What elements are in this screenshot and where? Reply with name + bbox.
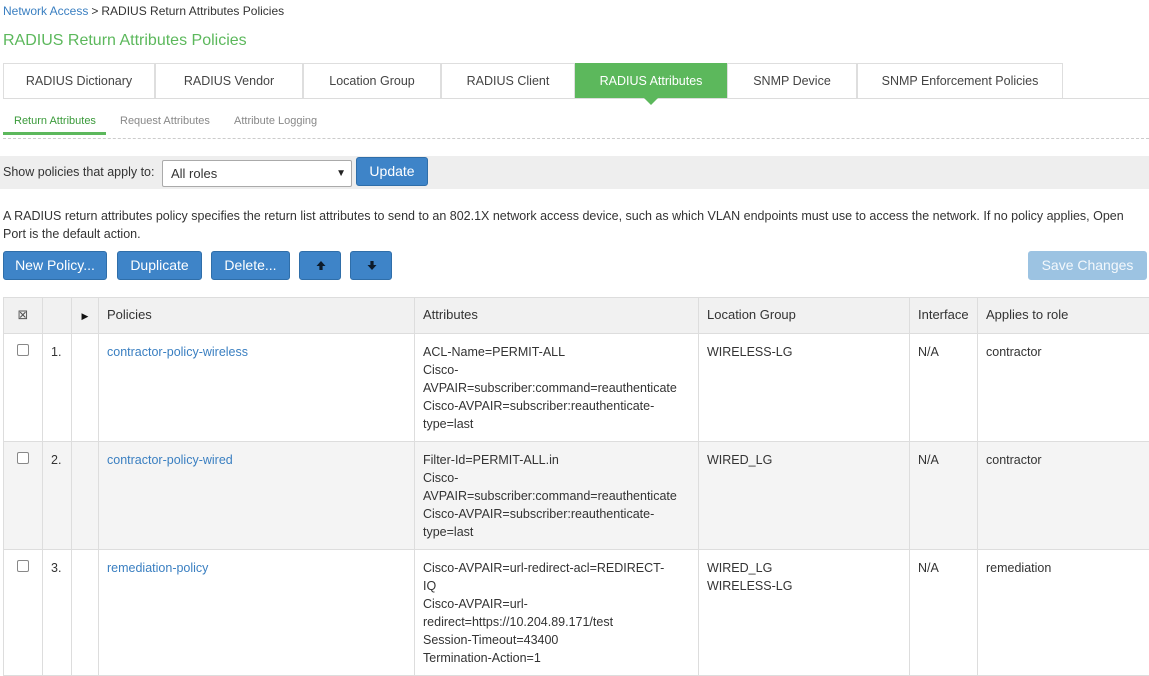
role-cell: contractor bbox=[978, 442, 1149, 550]
row-index: 2. bbox=[43, 442, 72, 550]
interface-cell: N/A bbox=[910, 550, 978, 676]
attribute-line: Cisco- bbox=[423, 469, 690, 487]
policy-name-cell: contractor-policy-wired bbox=[99, 442, 415, 550]
row-checkbox[interactable] bbox=[17, 452, 29, 464]
role-cell: contractor bbox=[978, 334, 1149, 442]
move-down-button[interactable] bbox=[350, 251, 392, 280]
breadcrumb-separator: > bbox=[91, 4, 98, 18]
column-header-policies[interactable]: Policies bbox=[99, 298, 415, 334]
column-header-location-group[interactable]: Location Group bbox=[699, 298, 910, 334]
policy-link[interactable]: contractor-policy-wired bbox=[107, 453, 233, 467]
tab-radius-dictionary[interactable]: RADIUS Dictionary bbox=[3, 63, 155, 98]
filter-bar: Show policies that apply to: All roles ▼… bbox=[0, 156, 1149, 189]
row-checkbox-cell bbox=[4, 334, 43, 442]
arrow-up-icon bbox=[300, 252, 342, 279]
location-group-cell: WIRED_LG bbox=[699, 442, 910, 550]
sub-tabs: Return Attributes Request Attributes Att… bbox=[3, 110, 1149, 139]
attribute-line: Cisco-AVPAIR=url-redirect-acl=REDIRECT- bbox=[423, 559, 690, 577]
attribute-line: type=last bbox=[423, 523, 690, 541]
location-group-cell: WIRED_LG WIRELESS-LG bbox=[699, 550, 910, 676]
index-column-header bbox=[43, 298, 72, 334]
location-group-value: WIRELESS-LG bbox=[707, 343, 901, 361]
tab-radius-vendor[interactable]: RADIUS Vendor bbox=[155, 63, 303, 98]
attribute-line: AVPAIR=subscriber:command=reauthenticate bbox=[423, 379, 690, 397]
attribute-line: Cisco- bbox=[423, 361, 690, 379]
policies-table: ⊠ ▶ Policies Attributes Location Group I… bbox=[3, 297, 1149, 676]
row-expand-cell bbox=[72, 550, 99, 676]
duplicate-button[interactable]: Duplicate bbox=[117, 251, 202, 280]
row-expand-cell bbox=[72, 334, 99, 442]
column-header-attributes[interactable]: Attributes bbox=[415, 298, 699, 334]
table-header-row: ⊠ ▶ Policies Attributes Location Group I… bbox=[4, 298, 1149, 334]
filter-label: Show policies that apply to: bbox=[3, 165, 154, 179]
policy-name-cell: contractor-policy-wireless bbox=[99, 334, 415, 442]
tab-radius-attributes[interactable]: RADIUS Attributes bbox=[575, 63, 727, 98]
interface-cell: N/A bbox=[910, 334, 978, 442]
attribute-line: IQ bbox=[423, 577, 690, 595]
tab-snmp-enforcement-policies[interactable]: SNMP Enforcement Policies bbox=[857, 63, 1063, 98]
breadcrumb-link-network-access[interactable]: Network Access bbox=[3, 4, 88, 18]
attributes-cell: Cisco-AVPAIR=url-redirect-acl=REDIRECT- … bbox=[415, 550, 699, 676]
location-group-value: WIRELESS-LG bbox=[707, 577, 901, 595]
location-group-cell: WIRELESS-LG bbox=[699, 334, 910, 442]
table-row: 3. remediation-policy Cisco-AVPAIR=url-r… bbox=[4, 550, 1149, 676]
location-group-value: WIRED_LG bbox=[707, 451, 901, 469]
row-checkbox[interactable] bbox=[17, 560, 29, 572]
select-all-checkbox[interactable]: ⊠ bbox=[4, 298, 43, 334]
subtab-request-attributes[interactable]: Request Attributes bbox=[120, 115, 210, 133]
role-filter-select[interactable]: All roles ▼ bbox=[162, 160, 352, 187]
column-header-applies-to-role[interactable]: Applies to role bbox=[978, 298, 1149, 334]
main-tabs: RADIUS Dictionary RADIUS Vendor Location… bbox=[3, 63, 1149, 99]
page-title: RADIUS Return Attributes Policies bbox=[3, 32, 247, 50]
update-button[interactable]: Update bbox=[356, 157, 428, 186]
tab-location-group[interactable]: Location Group bbox=[303, 63, 441, 98]
row-index: 1. bbox=[43, 334, 72, 442]
attribute-line: Session-Timeout=43400 bbox=[423, 631, 690, 649]
location-group-value: WIRED_LG bbox=[707, 559, 901, 577]
attributes-cell: ACL-Name=PERMIT-ALL Cisco- AVPAIR=subscr… bbox=[415, 334, 699, 442]
new-policy-button[interactable]: New Policy... bbox=[3, 251, 107, 280]
attribute-line: redirect=https://10.204.89.171/test bbox=[423, 613, 690, 631]
expand-column-header[interactable]: ▶ bbox=[72, 298, 99, 334]
breadcrumb-current: RADIUS Return Attributes Policies bbox=[101, 4, 284, 18]
role-cell: remediation bbox=[978, 550, 1149, 676]
expand-all-icon: ▶ bbox=[82, 311, 89, 321]
interface-cell: N/A bbox=[910, 442, 978, 550]
table-row: 1. contractor-policy-wireless ACL-Name=P… bbox=[4, 334, 1149, 442]
attribute-line: ACL-Name=PERMIT-ALL bbox=[423, 343, 690, 361]
table-row: 2. contractor-policy-wired Filter-Id=PER… bbox=[4, 442, 1149, 550]
row-checkbox-cell bbox=[4, 442, 43, 550]
row-index: 3. bbox=[43, 550, 72, 676]
policy-description: A RADIUS return attributes policy specif… bbox=[3, 207, 1147, 243]
arrow-down-icon bbox=[351, 252, 393, 279]
attributes-cell: Filter-Id=PERMIT-ALL.in Cisco- AVPAIR=su… bbox=[415, 442, 699, 550]
attribute-line: Termination-Action=1 bbox=[423, 649, 690, 667]
select-all-icon: ⊠ bbox=[18, 307, 29, 322]
attribute-line: Filter-Id=PERMIT-ALL.in bbox=[423, 451, 690, 469]
row-expand-cell bbox=[72, 442, 99, 550]
policy-name-cell: remediation-policy bbox=[99, 550, 415, 676]
policy-link[interactable]: remediation-policy bbox=[107, 561, 208, 575]
row-checkbox[interactable] bbox=[17, 344, 29, 356]
tab-radius-client[interactable]: RADIUS Client bbox=[441, 63, 575, 98]
breadcrumb: Network Access>RADIUS Return Attributes … bbox=[3, 4, 284, 18]
attribute-line: type=last bbox=[423, 415, 690, 433]
tab-snmp-device[interactable]: SNMP Device bbox=[727, 63, 857, 98]
dropdown-caret-icon: ▼ bbox=[336, 161, 346, 186]
attribute-line: Cisco-AVPAIR=subscriber:reauthenticate- bbox=[423, 397, 690, 415]
row-checkbox-cell bbox=[4, 550, 43, 676]
attribute-line: Cisco-AVPAIR=subscriber:reauthenticate- bbox=[423, 505, 690, 523]
delete-button[interactable]: Delete... bbox=[211, 251, 290, 280]
save-changes-button[interactable]: Save Changes bbox=[1028, 251, 1147, 280]
subtab-return-attributes[interactable]: Return Attributes bbox=[3, 115, 106, 135]
policy-link[interactable]: contractor-policy-wireless bbox=[107, 345, 248, 359]
attribute-line: Cisco-AVPAIR=url- bbox=[423, 595, 690, 613]
attribute-line: AVPAIR=subscriber:command=reauthenticate bbox=[423, 487, 690, 505]
role-filter-value: All roles bbox=[171, 166, 217, 181]
column-header-interface[interactable]: Interface bbox=[910, 298, 978, 334]
move-up-button[interactable] bbox=[299, 251, 341, 280]
subtab-attribute-logging[interactable]: Attribute Logging bbox=[234, 115, 317, 133]
